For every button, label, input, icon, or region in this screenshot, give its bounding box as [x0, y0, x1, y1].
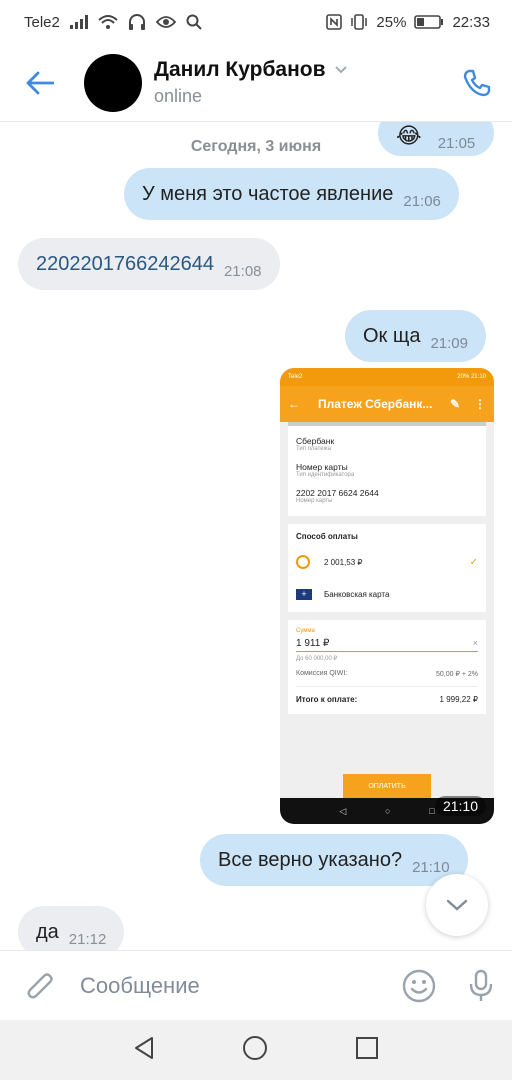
- photo-total-value: 1 999,22 ₽: [439, 695, 478, 704]
- message-time: 21:10: [412, 858, 450, 876]
- check-icon: ✓: [469, 556, 478, 568]
- photo-more-icon: ⋮: [474, 397, 486, 411]
- clock: 22:33: [452, 13, 490, 31]
- message-bubble[interactable]: У меня это частое явление 21:06: [124, 168, 459, 220]
- avatar[interactable]: [84, 53, 142, 112]
- message-text: У меня это частое явление: [142, 182, 394, 205]
- nav-back-button[interactable]: [133, 1036, 155, 1065]
- bank-card-icon: +: [296, 589, 312, 600]
- photo-amount-limit: До 60 000,00 ₽: [296, 656, 338, 662]
- photo-card-row: + Банковская карта: [296, 589, 478, 600]
- message-bubble[interactable]: 2202201766242644 21:08: [18, 238, 280, 290]
- photo-commission-label: Комиссия QIWI:: [296, 670, 348, 677]
- photo-status-bar: Tele2 20% 21:10: [280, 368, 494, 386]
- paperclip-icon: [27, 972, 53, 998]
- photo-message[interactable]: Tele2 20% 21:10 ← Платеж Сбербанк... ✎ ⋮ …: [280, 368, 494, 824]
- message-list[interactable]: 😂 21:05 Сегодня, 3 июня У меня это часто…: [0, 122, 512, 950]
- clear-icon: ×: [472, 638, 478, 648]
- photo-amount-field: 1 911 ₽ ×: [296, 634, 478, 652]
- message-text: да: [36, 920, 59, 943]
- photo-qiwi-row: 2 001,53 ₽ ✓: [296, 555, 478, 569]
- message-time: 21:12: [68, 930, 107, 948]
- photo-field-label: Тип идентификатора: [296, 472, 355, 478]
- photo-field-value: Сбербанк: [296, 436, 335, 446]
- square-recents-icon: [355, 1036, 378, 1059]
- nfc-icon: [326, 14, 343, 30]
- photo-commission-value: 50,00 ₽ + 2%: [435, 671, 478, 678]
- photo-carrier: Tele2: [288, 374, 303, 380]
- photo-amount-card: Сумма 1 911 ₽ × До 60 000,00 ₽ Комиссия …: [288, 620, 486, 714]
- nav-recents-button[interactable]: [355, 1036, 379, 1065]
- phone-icon: [463, 69, 491, 96]
- photo-total-row: Итого к оплате: 1 999,22 ₽: [296, 687, 478, 706]
- photo-back-icon: ←: [288, 397, 300, 411]
- signal-icon: [69, 15, 88, 29]
- photo-total-label: Итого к оплате:: [296, 695, 358, 704]
- message-time: 21:08: [223, 262, 262, 280]
- message-time: 21:06: [403, 192, 441, 210]
- photo-pencil-icon: ✎: [449, 397, 460, 411]
- chevron-down-icon: [334, 66, 347, 74]
- message-time: 21:09: [430, 334, 468, 352]
- attach-button[interactable]: [0, 969, 80, 1003]
- status-bar: Tele2 25% 22:33: [0, 0, 512, 44]
- photo-amount-value: 1 911 ₽: [296, 638, 330, 649]
- nav-home-button[interactable]: [242, 1035, 268, 1066]
- vibrate-icon: [350, 14, 368, 30]
- battery-percent: 25%: [376, 13, 407, 31]
- photo-field-value: 2202 2017 6624 2644: [296, 488, 379, 498]
- message-time: 21:10: [434, 796, 486, 816]
- message-composer: [0, 950, 512, 1020]
- headphones-icon: [128, 14, 146, 30]
- eye-icon: [155, 15, 176, 29]
- carrier-label: Tele2: [24, 13, 60, 31]
- photo-field-label: Номер карты: [296, 498, 333, 504]
- arrow-left-icon: [26, 71, 54, 94]
- photo-nav-home-icon: ○: [385, 806, 391, 816]
- photo-payment-card: Способ оплаты 2 001,53 ₽ ✓ + Банковская …: [288, 524, 486, 612]
- contact-name: Данил Курбанов: [154, 58, 326, 81]
- search-icon: [186, 14, 202, 30]
- card-number-link[interactable]: 2202201766242644: [36, 253, 214, 276]
- message-bubble[interactable]: да 21:12: [18, 906, 125, 950]
- photo-title: Платеж Сбербанк...: [318, 397, 433, 411]
- photo-field-value: Номер карты: [296, 462, 348, 472]
- photo-status-right: 20% 21:10: [457, 374, 486, 380]
- smile-icon: [402, 969, 436, 1002]
- wifi-icon: [98, 14, 118, 30]
- emoji-button[interactable]: [388, 969, 450, 1003]
- back-button[interactable]: [0, 44, 80, 122]
- contact-status: online: [154, 86, 203, 106]
- photo-nav-back-icon: ◁: [339, 805, 347, 816]
- photo-bank-card: Банковская карта: [324, 590, 390, 599]
- scroll-down-button[interactable]: [426, 874, 488, 936]
- circle-home-icon: [242, 1035, 267, 1060]
- message-bubble[interactable]: Ок ща 21:09: [345, 310, 486, 362]
- photo-toolbar: ← Платеж Сбербанк... ✎ ⋮: [280, 386, 494, 422]
- message-input[interactable]: [80, 972, 388, 999]
- photo-field-label: Тип платежа: [296, 446, 331, 452]
- message-text: Ок ща: [363, 324, 421, 347]
- message-text: Все верно указано?: [218, 848, 403, 871]
- photo-commission-row: Комиссия QIWI: 50,00 ₽ + 2%: [296, 662, 478, 687]
- message-bubble[interactable]: Все верно указано? 21:10: [200, 834, 468, 886]
- chat-header: Данил Курбанов online: [0, 44, 512, 122]
- system-nav-bar: [0, 1020, 512, 1080]
- contact-info[interactable]: Данил Курбанов online: [154, 58, 348, 107]
- chevron-down-icon: [446, 899, 468, 911]
- microphone-icon: [469, 969, 493, 1001]
- voice-message-button[interactable]: [450, 969, 512, 1003]
- photo-fields-card: Сбербанк Тип платежа Номер карты Тип иде…: [288, 426, 486, 516]
- qiwi-icon: [296, 555, 310, 569]
- triangle-back-icon: [135, 1036, 154, 1059]
- call-button[interactable]: [442, 44, 512, 122]
- battery-icon: [414, 15, 444, 29]
- date-separator: Сегодня, 3 июня: [190, 138, 322, 155]
- photo-qiwi-balance: 2 001,53 ₽: [324, 557, 363, 567]
- photo-nav-recents-icon: □: [429, 806, 435, 816]
- photo-pay-button: ОПЛАТИТЬ: [343, 774, 431, 798]
- photo-payment-title: Способ оплаты: [296, 532, 358, 541]
